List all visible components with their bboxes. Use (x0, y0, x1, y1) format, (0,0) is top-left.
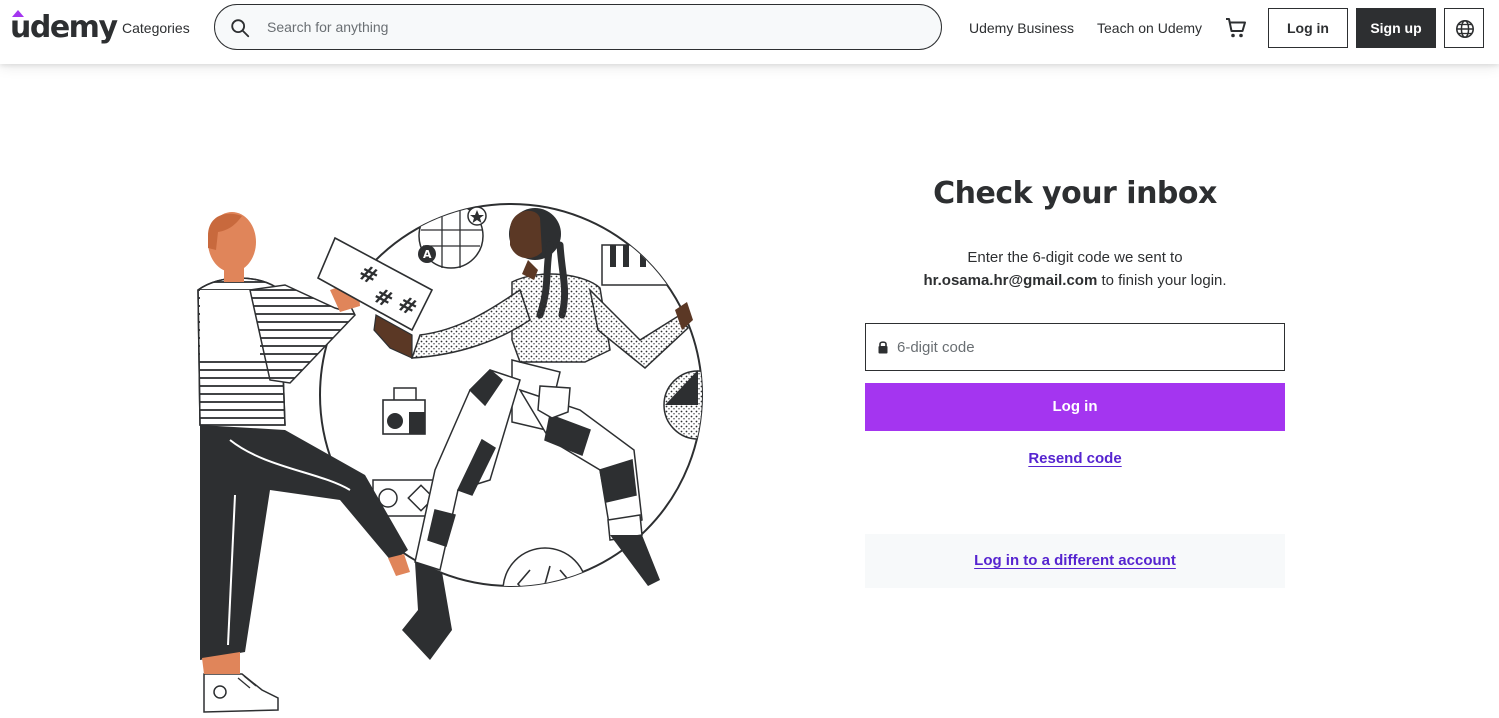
search-bar[interactable] (214, 4, 942, 50)
recipient-email: hr.osama.hr@gmail.com (923, 272, 1098, 289)
lock-icon (878, 341, 888, 354)
instruction-line-1: Enter the 6-digit code we sent to (967, 249, 1183, 266)
instruction-text: Enter the 6-digit code we sent to hr.osa… (865, 246, 1285, 292)
different-account-label[interactable]: Log in to a different account (974, 552, 1176, 569)
login-button[interactable]: Log in (865, 383, 1285, 431)
verification-code-input[interactable] (897, 336, 1267, 358)
resend-code-label[interactable]: Resend code (1028, 450, 1121, 467)
top-navigation: udemy Categories Udemy Business Teach on… (0, 0, 1499, 64)
different-account-link[interactable]: Log in to a different account (865, 550, 1285, 572)
search-input[interactable] (267, 15, 907, 39)
language-button[interactable] (1444, 8, 1484, 48)
resend-code-link[interactable]: Resend code (865, 448, 1285, 470)
udemy-logo[interactable]: udemy (10, 8, 118, 48)
header-signup-button[interactable]: Sign up (1356, 8, 1436, 48)
search-icon[interactable] (229, 17, 251, 39)
login-illustration: A # # # (197, 203, 703, 713)
svg-text:A: A (423, 248, 432, 261)
instruction-line-2: hr.osama.hr@gmail.com to finish your log… (865, 269, 1285, 292)
cart-icon[interactable] (1224, 16, 1248, 40)
page-title: Check your inbox (933, 176, 1217, 211)
udemy-business-link[interactable]: Udemy Business (969, 18, 1074, 38)
header-login-button[interactable]: Log in (1268, 8, 1348, 48)
teach-on-udemy-link[interactable]: Teach on Udemy (1097, 18, 1202, 38)
categories-link[interactable]: Categories (122, 18, 190, 38)
different-account-panel: Log in to a different account (865, 534, 1285, 588)
instruction-suffix: to finish your login. (1097, 272, 1227, 289)
verification-code-field[interactable] (865, 323, 1285, 371)
logo-wordmark: udemy (10, 10, 118, 45)
globe-icon (1456, 20, 1474, 38)
